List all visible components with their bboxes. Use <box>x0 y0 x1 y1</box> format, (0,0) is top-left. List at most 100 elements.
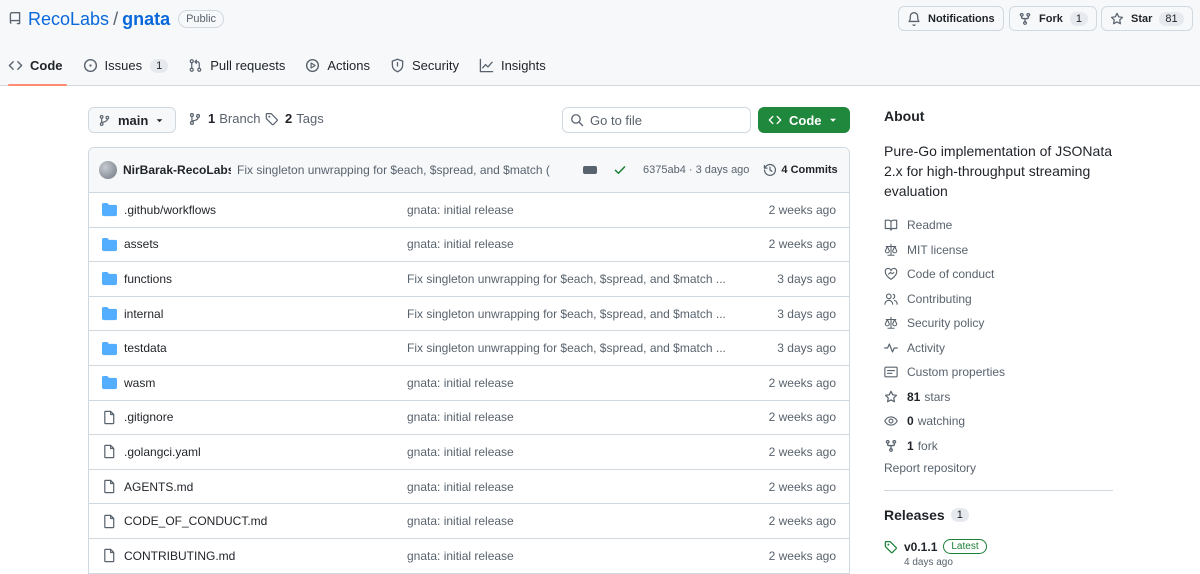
file-row[interactable]: testdata Fix singleton unwrapping for $e… <box>89 331 849 366</box>
tab-pull-requests[interactable]: Pull requests <box>180 50 295 81</box>
search-icon <box>570 113 584 127</box>
star-button[interactable]: Star 81 <box>1101 6 1193 31</box>
file-name[interactable]: AGENTS.md <box>124 480 193 494</box>
commit-sha-time[interactable]: 6375ab4 · 3 days ago <box>643 164 749 176</box>
check-icon[interactable] <box>613 163 627 177</box>
activity-link[interactable]: Activity <box>884 336 1005 361</box>
watching-link[interactable]: 0 watching <box>884 409 1005 434</box>
file-name[interactable]: assets <box>124 237 159 251</box>
issues-count: 1 <box>150 58 169 73</box>
file-icon <box>102 548 117 563</box>
file-row[interactable]: functions Fix singleton unwrapping for $… <box>89 262 849 297</box>
file-commit-message[interactable]: gnata: initial release <box>407 203 737 217</box>
branches-label: Branch <box>219 111 261 126</box>
releases-heading[interactable]: Releases 1 <box>884 507 969 523</box>
security-policy-label: Security policy <box>907 316 985 331</box>
commit-message[interactable]: Fix singleton unwrapping for $each, $spr… <box>237 163 569 177</box>
file-name[interactable]: CONTRIBUTING.md <box>124 549 235 563</box>
file-name[interactable]: .gitignore <box>124 410 173 424</box>
file-commit-message[interactable]: gnata: initial release <box>407 549 737 563</box>
law-icon <box>884 316 898 330</box>
tab-issues[interactable]: Issues 1 <box>75 50 179 81</box>
file-row[interactable]: CONTRIBUTING.md gnata: initial release 2… <box>89 539 849 574</box>
tags-link[interactable]: 2 Tags <box>265 111 324 126</box>
go-to-file-input[interactable] <box>590 112 740 128</box>
pull-request-icon <box>188 58 203 73</box>
file-name[interactable]: .golangci.yaml <box>124 445 201 459</box>
file-name[interactable]: functions <box>124 272 172 286</box>
file-row[interactable]: .golangci.yaml gnata: initial release 2 … <box>89 435 849 470</box>
notifications-button[interactable]: Notifications <box>898 6 1004 31</box>
file-name[interactable]: wasm <box>124 376 155 390</box>
readme-link[interactable]: Readme <box>884 213 1005 238</box>
code-button[interactable]: Code <box>758 107 850 133</box>
file-row[interactable]: AGENTS.md gnata: initial release 2 weeks… <box>89 470 849 505</box>
contributing-link[interactable]: Contributing <box>884 287 1005 312</box>
commits-link[interactable]: 4 Commits <box>763 163 838 177</box>
report-repository-link[interactable]: Report repository <box>884 461 976 475</box>
file-name[interactable]: testdata <box>124 341 167 355</box>
file-name[interactable]: .github/workflows <box>124 203 216 217</box>
stars-link[interactable]: 81 stars <box>884 385 1005 410</box>
issue-icon <box>83 58 98 73</box>
file-name[interactable]: CODE_OF_CONDUCT.md <box>124 514 267 528</box>
custom-properties-link[interactable]: Custom properties <box>884 360 1005 385</box>
file-row[interactable]: CODE_OF_CONDUCT.md gnata: initial releas… <box>89 504 849 539</box>
history-icon <box>763 163 777 177</box>
play-icon <box>305 58 320 73</box>
fork-count: 1 <box>1069 11 1088 26</box>
file-commit-message[interactable]: gnata: initial release <box>407 514 737 528</box>
latest-release-link[interactable]: v0.1.1 Latest <box>884 539 987 554</box>
file-row[interactable]: assets gnata: initial release 2 weeks ag… <box>89 228 849 263</box>
commit-author[interactable]: NirBarak-RecoLabs <box>123 163 231 177</box>
file-row[interactable]: .gitignore gnata: initial release 2 week… <box>89 401 849 436</box>
tags-label: Tags <box>296 111 324 126</box>
license-link[interactable]: MIT license <box>884 238 1005 263</box>
file-row[interactable]: .github/workflows gnata: initial release… <box>89 193 849 228</box>
file-commit-date: 2 weeks ago <box>768 410 836 425</box>
repo-owner-link[interactable]: RecoLabs <box>28 9 109 30</box>
file-commit-message[interactable]: gnata: initial release <box>407 480 737 494</box>
file-commit-message[interactable]: gnata: initial release <box>407 237 737 251</box>
file-commit-message[interactable]: gnata: initial release <box>407 410 737 424</box>
file-commit-message[interactable]: gnata: initial release <box>407 445 737 459</box>
bell-icon <box>907 12 921 26</box>
repo-icon <box>8 12 22 26</box>
shield-icon <box>390 58 405 73</box>
expand-commit-button[interactable] <box>583 166 597 174</box>
forks-link[interactable]: 1 fork <box>884 434 1005 459</box>
file-commit-message[interactable]: Fix singleton unwrapping for $each, $spr… <box>407 341 737 355</box>
folder-icon <box>102 237 117 252</box>
file-icon <box>102 410 117 425</box>
fork-button[interactable]: Fork 1 <box>1009 6 1097 31</box>
tab-insights[interactable]: Insights <box>471 50 556 81</box>
folder-icon <box>102 306 117 321</box>
code-of-conduct-icon <box>884 267 898 281</box>
branch-select-button[interactable]: main <box>88 107 176 133</box>
tab-label: Issues <box>104 58 143 73</box>
file-name[interactable]: internal <box>124 307 163 321</box>
tab-label: Actions <box>327 58 370 73</box>
branches-link[interactable]: 1 Branch <box>188 111 260 126</box>
file-commit-message[interactable]: Fix singleton unwrapping for $each, $spr… <box>407 272 737 286</box>
latest-badge: Latest <box>943 539 987 554</box>
repo-name-link[interactable]: gnata <box>122 9 170 30</box>
file-icon <box>102 444 117 459</box>
file-row[interactable]: wasm gnata: initial release 2 weeks ago <box>89 366 849 401</box>
tab-security[interactable]: Security <box>382 50 469 81</box>
file-commit-date: 2 weeks ago <box>768 237 836 252</box>
tab-code[interactable]: Code <box>0 50 73 86</box>
go-to-file-box <box>562 107 751 133</box>
code-of-conduct-link[interactable]: Code of conduct <box>884 262 1005 287</box>
commits-label: 4 Commits <box>781 164 838 176</box>
tab-label: Code <box>30 58 63 73</box>
repo-title: RecoLabs / gnata Public <box>8 9 225 30</box>
activity-label: Activity <box>907 340 946 355</box>
tab-actions[interactable]: Actions <box>297 50 380 81</box>
file-commit-message[interactable]: Fix singleton unwrapping for $each, $spr… <box>407 307 737 321</box>
file-row[interactable]: internal Fix singleton unwrapping for $e… <box>89 297 849 332</box>
avatar[interactable] <box>99 161 117 179</box>
security-policy-link[interactable]: Security policy <box>884 311 1005 336</box>
star-icon <box>1110 12 1124 26</box>
file-commit-message[interactable]: gnata: initial release <box>407 376 737 390</box>
